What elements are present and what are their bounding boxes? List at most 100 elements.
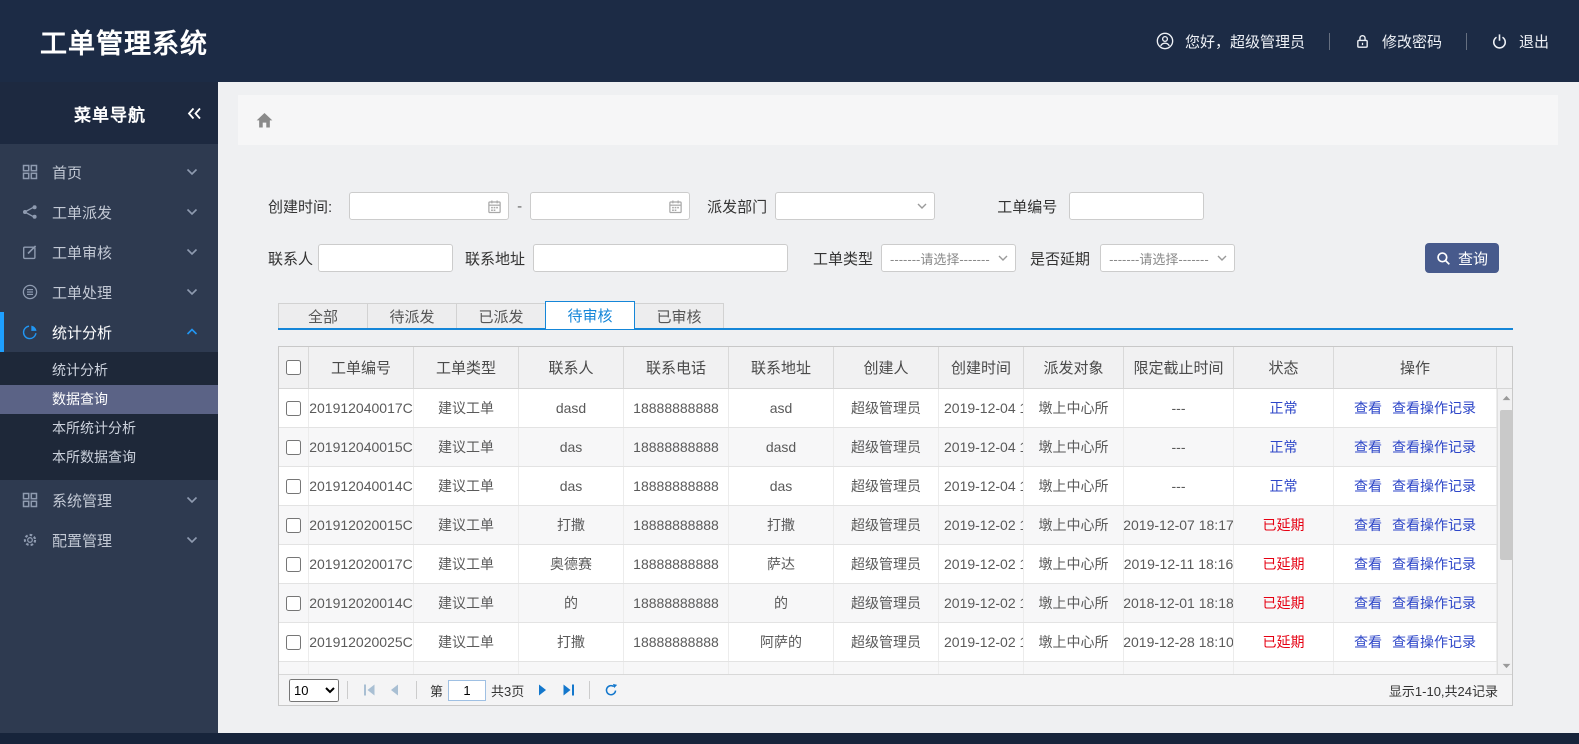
next-page-button[interactable] (529, 678, 555, 702)
power-icon (1491, 33, 1508, 50)
tab-reviewed[interactable]: 已审核 (634, 303, 724, 330)
sidebar-item-dispatch[interactable]: 工单派发 (0, 192, 218, 232)
view-log-link[interactable]: 查看操作记录 (1392, 437, 1476, 457)
row-checkbox[interactable] (286, 439, 301, 455)
cell-actions: 查看 查看操作记录 (1334, 467, 1497, 505)
scroll-up-icon[interactable] (1498, 389, 1513, 406)
sidebar-item-label: 首页 (52, 164, 83, 182)
view-log-link[interactable]: 查看操作记录 (1392, 398, 1476, 418)
scrollbar-thumb[interactable] (1499, 410, 1512, 560)
chevron-down-icon (186, 168, 198, 176)
row-checkbox[interactable] (286, 517, 301, 533)
refresh-button[interactable] (598, 678, 624, 702)
cell-deadline: --- (1124, 467, 1234, 505)
column-header: 创建时间 (939, 347, 1024, 388)
column-header: 操作 (1334, 347, 1497, 388)
lock-icon (1354, 33, 1371, 50)
status-tabs: 全部 待派发 已派发 待审核 已审核 (278, 301, 1513, 330)
submenu-item-data-query[interactable]: 数据查询 (0, 385, 218, 414)
row-checkbox[interactable] (286, 478, 301, 494)
home-icon[interactable] (255, 111, 274, 129)
header-right: 您好，超级管理员 修改密码 退出 (1156, 31, 1549, 52)
order-type-select[interactable]: -------请选择------- (881, 244, 1017, 272)
cell-phone: 18888888888 (624, 545, 729, 583)
create-time-start-input[interactable] (350, 193, 479, 219)
row-checkbox[interactable] (286, 595, 301, 611)
select-all-checkbox[interactable] (286, 360, 301, 375)
sidebar-item-process[interactable]: 工单处理 (0, 272, 218, 312)
chevron-down-icon (1217, 255, 1227, 262)
view-link[interactable]: 查看 (1354, 554, 1382, 574)
cell-creator: 超级管理员 (834, 428, 939, 466)
row-checkbox[interactable] (286, 400, 301, 416)
view-log-link[interactable]: 查看操作记录 (1392, 632, 1476, 652)
cell-actions: 查看 查看操作记录 (1334, 545, 1497, 583)
row-checkbox[interactable] (286, 673, 301, 674)
cell-creator: 超级管理员 (834, 389, 939, 427)
view-link[interactable]: 查看 (1354, 632, 1382, 652)
view-log-link[interactable]: 查看操作记录 (1392, 593, 1476, 613)
dispatch-dept-select[interactable] (775, 192, 936, 220)
create-time-start-datebox[interactable] (349, 192, 510, 220)
app-title: 工单管理系统 (40, 28, 208, 59)
row-checkbox[interactable] (286, 634, 301, 650)
change-password-button[interactable]: 修改密码 (1354, 31, 1442, 52)
user-greeting[interactable]: 您好，超级管理员 (1156, 31, 1305, 52)
create-time-end-datebox[interactable] (530, 192, 691, 220)
view-link[interactable]: 查看 (1354, 593, 1382, 613)
order-no-input[interactable] (1069, 192, 1205, 220)
cell-creator: 超级管理员 (834, 584, 939, 622)
cell-actions: 查看 查看操作记录 (1334, 623, 1497, 661)
cell-dispatch-target: 墩上中心所 (1024, 389, 1124, 427)
view-link[interactable]: 查看 (1354, 398, 1382, 418)
cell-creator: 超级管理员 (834, 545, 939, 583)
sidebar-item-stats[interactable]: 统计分析 (0, 312, 218, 352)
view-log-link[interactable]: 查看操作记录 (1392, 554, 1476, 574)
cell-address: dasd (729, 428, 834, 466)
tab-dispatched[interactable]: 已派发 (456, 303, 546, 330)
prev-page-button[interactable] (382, 678, 408, 702)
dispatch-dept-label: 派发部门 (707, 198, 768, 216)
view-log-link[interactable]: 查看操作记录 (1392, 515, 1476, 535)
sidebar-item-review[interactable]: 工单审核 (0, 232, 218, 272)
sidebar-collapse-button[interactable] (187, 107, 202, 120)
first-page-button[interactable] (356, 678, 382, 702)
calendar-icon[interactable] (487, 199, 502, 214)
search-button[interactable]: 查询 (1425, 243, 1500, 273)
table-scrollbar[interactable] (1497, 389, 1512, 674)
status-badge: 已延期 (1234, 545, 1334, 583)
sidebar-item-system[interactable]: 系统管理 (0, 480, 218, 520)
contact-input[interactable] (318, 244, 454, 272)
view-log-link[interactable]: 查看操作记录 (1392, 476, 1476, 496)
logout-button[interactable]: 退出 (1491, 31, 1549, 52)
header-filler (1497, 347, 1512, 388)
cell-actions: 查看 查看操作记录 (1334, 584, 1497, 622)
tab-all[interactable]: 全部 (278, 303, 368, 330)
cell-order-type: 建议工单 (414, 389, 519, 427)
cell-deadline: --- (1124, 428, 1234, 466)
submenu-item-branch-data-query[interactable]: 本所数据查询 (0, 443, 218, 472)
tab-to-review[interactable]: 待审核 (545, 301, 635, 330)
last-page-button[interactable] (555, 678, 581, 702)
delay-value: -------请选择------- (1109, 251, 1209, 267)
view-link[interactable]: 查看 (1354, 437, 1382, 457)
submenu-item-stats-analysis[interactable]: 统计分析 (0, 356, 218, 385)
page-size-select[interactable]: 10 (289, 678, 339, 702)
submenu-item-branch-stats-analysis[interactable]: 本所统计分析 (0, 414, 218, 443)
cell-address: 打撒 (729, 506, 834, 544)
page-number-input[interactable] (448, 679, 487, 701)
sidebar-item-config[interactable]: 配置管理 (0, 520, 218, 560)
address-input[interactable] (533, 244, 789, 272)
create-time-end-input[interactable] (531, 193, 660, 219)
view-link[interactable]: 查看 (1354, 476, 1382, 496)
tab-to-dispatch[interactable]: 待派发 (367, 303, 457, 330)
sidebar-item-home[interactable]: 首页 (0, 152, 218, 192)
calendar-icon[interactable] (668, 199, 683, 214)
row-checkbox[interactable] (286, 556, 301, 572)
cell-address: 阿萨的 (729, 623, 834, 661)
chevron-down-icon (186, 496, 198, 504)
view-link[interactable]: 查看 (1354, 515, 1382, 535)
sidebar-item-label: 工单审核 (52, 244, 113, 262)
scroll-down-icon[interactable] (1498, 657, 1513, 674)
delay-select[interactable]: -------请选择------- (1100, 244, 1236, 272)
